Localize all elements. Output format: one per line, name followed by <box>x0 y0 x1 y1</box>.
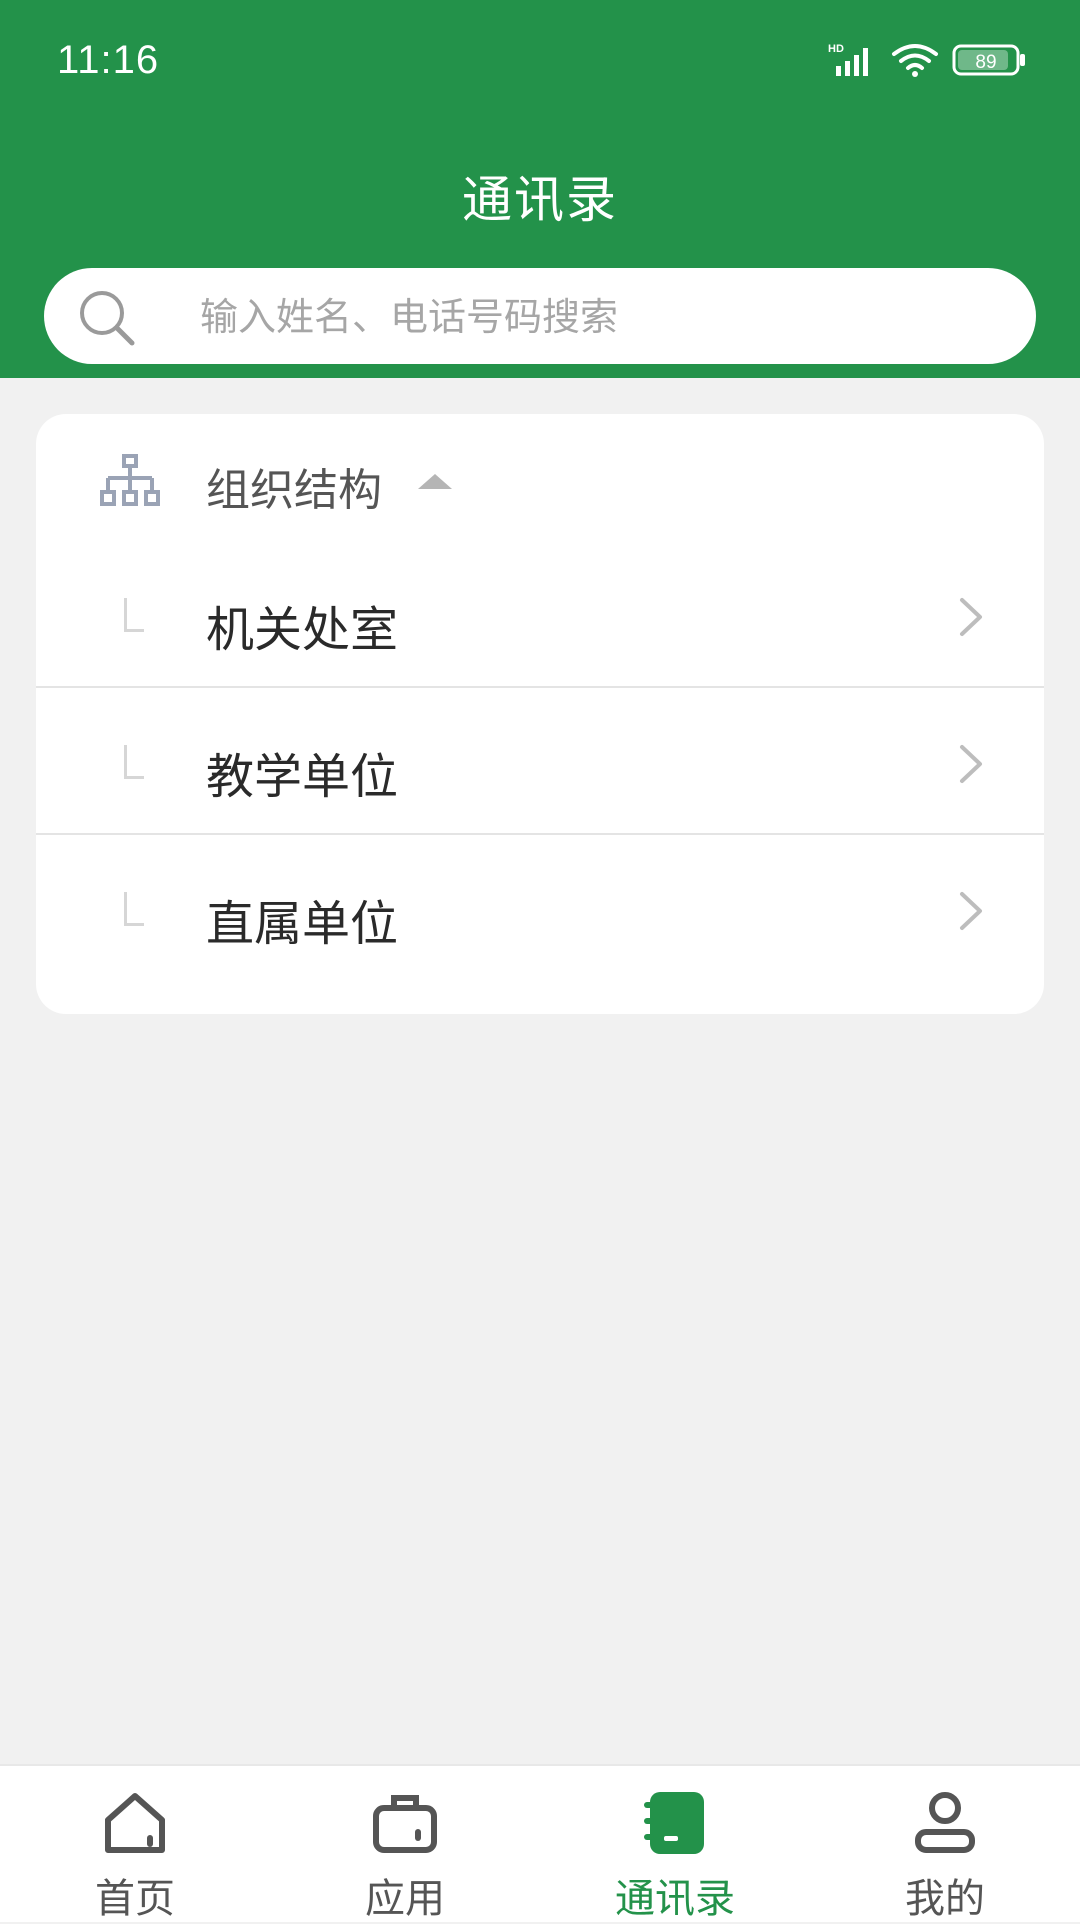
battery-icon: 89 <box>952 42 1028 82</box>
divider <box>36 686 1044 688</box>
tab-label: 通讯录 <box>615 1876 735 1922</box>
search-input[interactable] <box>198 286 1002 348</box>
divider <box>36 833 1044 835</box>
app-header: 11:16 HD 89 通讯录 输入姓名、电话号码搜索 <box>0 0 1080 378</box>
battery-level: 89 <box>975 52 996 73</box>
org-tree-icon <box>100 454 160 514</box>
bottom-tab-bar: 首页 应用 通讯录 我的 <box>0 1764 1080 1922</box>
org-item[interactable]: 机关处室 <box>36 544 1044 690</box>
tab-home[interactable]: 首页 <box>0 1766 270 1922</box>
contacts-book-icon <box>540 1788 810 1858</box>
tab-label: 首页 <box>95 1876 175 1922</box>
page-title: 通讯录 <box>462 171 618 229</box>
org-item[interactable]: 教学单位 <box>36 691 1044 837</box>
tree-branch-icon <box>124 598 144 632</box>
org-item-label: 直属单位 <box>206 896 399 952</box>
org-structure-header[interactable]: 组织结构 <box>36 414 1044 544</box>
caret-up-icon <box>418 474 452 489</box>
chevron-right-icon <box>956 743 986 789</box>
tab-profile[interactable]: 我的 <box>810 1766 1080 1922</box>
org-structure-label: 组织结构 <box>206 465 382 516</box>
signal-icon: HD <box>828 42 878 82</box>
tree-branch-icon <box>124 892 144 926</box>
status-icons: HD 89 <box>828 42 1028 82</box>
user-icon <box>810 1788 1080 1858</box>
org-item-label: 机关处室 <box>206 602 399 658</box>
org-item[interactable]: 直属单位 <box>36 838 1044 984</box>
tree-branch-icon <box>124 745 144 779</box>
search-icon <box>78 289 136 351</box>
chevron-right-icon <box>956 890 986 936</box>
network-label: HD <box>828 43 844 55</box>
tab-apps[interactable]: 应用 <box>270 1766 540 1922</box>
briefcase-icon <box>270 1788 540 1858</box>
wifi-icon <box>890 42 940 82</box>
org-item-label: 教学单位 <box>206 749 399 805</box>
tab-contacts[interactable]: 通讯录 <box>540 1766 810 1922</box>
tab-label: 我的 <box>905 1876 985 1922</box>
chevron-right-icon <box>956 596 986 642</box>
search-bar[interactable] <box>44 268 1036 364</box>
status-time: 11:16 <box>57 38 160 82</box>
home-icon <box>0 1788 270 1858</box>
tab-label: 应用 <box>365 1876 445 1922</box>
org-structure-card: 组织结构 机关处室 教学单位 直属单位 <box>36 414 1044 1014</box>
